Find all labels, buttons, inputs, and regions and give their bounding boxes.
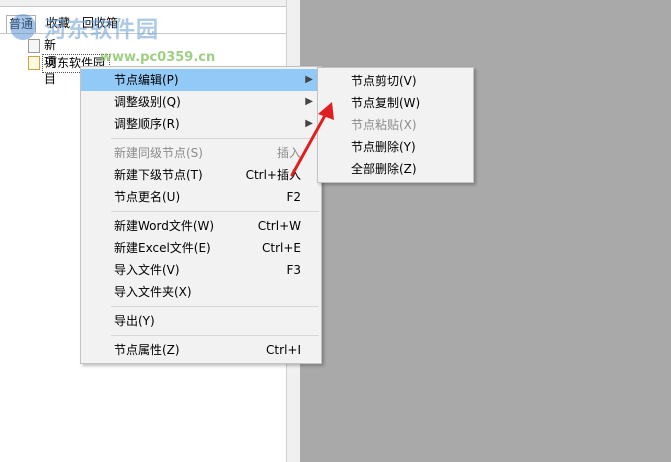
menu-item-label: 节点粘贴(X)	[351, 118, 417, 132]
watermark-url: www.pc0359.cn	[100, 50, 216, 65]
menu-item-label: 节点更名(U)	[114, 190, 181, 204]
chevron-right-icon: ▶	[305, 118, 313, 129]
submenu-item-delete-node[interactable]: 节点删除(Y)	[318, 136, 473, 158]
tab-favorites[interactable]: 收藏	[44, 15, 72, 32]
chevron-right-icon: ▶	[305, 96, 313, 107]
tab-bar: 普通 收藏 回收箱	[0, 15, 288, 34]
menu-item-label: 导出(Y)	[114, 314, 155, 328]
menu-separator	[111, 138, 319, 139]
menu-item-shortcut: Ctrl+E	[262, 241, 301, 255]
menu-item-adjust-order[interactable]: 调整顺序(R) ▶	[81, 113, 321, 135]
menu-item-shortcut: 插入	[276, 146, 301, 160]
menu-item-new-child-node[interactable]: 新建下级节点(T) Ctrl+插入	[81, 164, 321, 186]
menu-item-label: 新建同级节点(S)	[114, 146, 203, 160]
menu-item-label: 新建Excel文件(E)	[114, 241, 211, 255]
menu-item-new-word-file[interactable]: 新建Word文件(W) Ctrl+W	[81, 215, 321, 237]
menu-separator	[111, 211, 319, 212]
menu-item-import-folder[interactable]: 导入文件夹(X)	[81, 281, 321, 303]
menu-item-label: 调整顺序(R)	[114, 117, 180, 131]
panel-top-strip	[0, 0, 288, 7]
menu-item-node-edit[interactable]: 节点编辑(P) ▶	[81, 69, 321, 91]
menu-item-node-properties[interactable]: 节点属性(Z) Ctrl+I	[81, 339, 321, 361]
submenu-item-delete-all[interactable]: 全部删除(Z)	[318, 158, 473, 180]
node-edit-submenu: 节点剪切(V) 节点复制(W) 节点粘贴(X) 节点删除(Y) 全部删除(Z)	[317, 67, 474, 183]
menu-item-export[interactable]: 导出(Y)	[81, 310, 321, 332]
menu-item-rename-node[interactable]: 节点更名(U) F2	[81, 186, 321, 208]
menu-item-shortcut: Ctrl+I	[266, 343, 301, 357]
menu-item-label: 节点复制(W)	[351, 96, 421, 110]
menu-item-new-excel-file[interactable]: 新建Excel文件(E) Ctrl+E	[81, 237, 321, 259]
menu-item-label: 全部删除(Z)	[351, 162, 417, 176]
menu-separator	[111, 306, 319, 307]
menu-item-label: 导入文件夹(X)	[114, 285, 192, 299]
menu-item-shortcut: Ctrl+插入	[245, 168, 301, 182]
document-icon	[28, 39, 40, 53]
menu-separator	[111, 335, 319, 336]
menu-item-label: 调整级别(Q)	[114, 95, 181, 109]
chevron-right-icon: ▶	[305, 74, 313, 85]
submenu-item-paste-node: 节点粘贴(X)	[318, 114, 473, 136]
tab-normal[interactable]: 普通	[6, 15, 37, 33]
folder-icon	[28, 56, 40, 70]
menu-item-shortcut: F2	[286, 190, 301, 204]
menu-item-import-file[interactable]: 导入文件(V) F3	[81, 259, 321, 281]
menu-item-label: 节点剪切(V)	[351, 74, 417, 88]
menu-item-label: 节点属性(Z)	[114, 343, 180, 357]
menu-item-label: 节点删除(Y)	[351, 140, 416, 154]
menu-item-shortcut: F3	[286, 263, 301, 277]
menu-item-label: 新建Word文件(W)	[114, 219, 215, 233]
submenu-item-copy-node[interactable]: 节点复制(W)	[318, 92, 473, 114]
tab-recycle-bin[interactable]: 回收箱	[80, 15, 120, 32]
menu-item-label: 新建下级节点(T)	[114, 168, 203, 182]
menu-item-shortcut: Ctrl+W	[257, 219, 301, 233]
submenu-item-cut-node[interactable]: 节点剪切(V)	[318, 70, 473, 92]
menu-item-adjust-level[interactable]: 调整级别(Q) ▶	[81, 91, 321, 113]
menu-item-new-sibling-node: 新建同级节点(S) 插入	[81, 142, 321, 164]
menu-item-label: 导入文件(V)	[114, 263, 180, 277]
context-menu: 节点编辑(P) ▶ 调整级别(Q) ▶ 调整顺序(R) ▶ 新建同级节点(S) …	[80, 66, 322, 364]
menu-item-label: 节点编辑(P)	[114, 73, 179, 87]
